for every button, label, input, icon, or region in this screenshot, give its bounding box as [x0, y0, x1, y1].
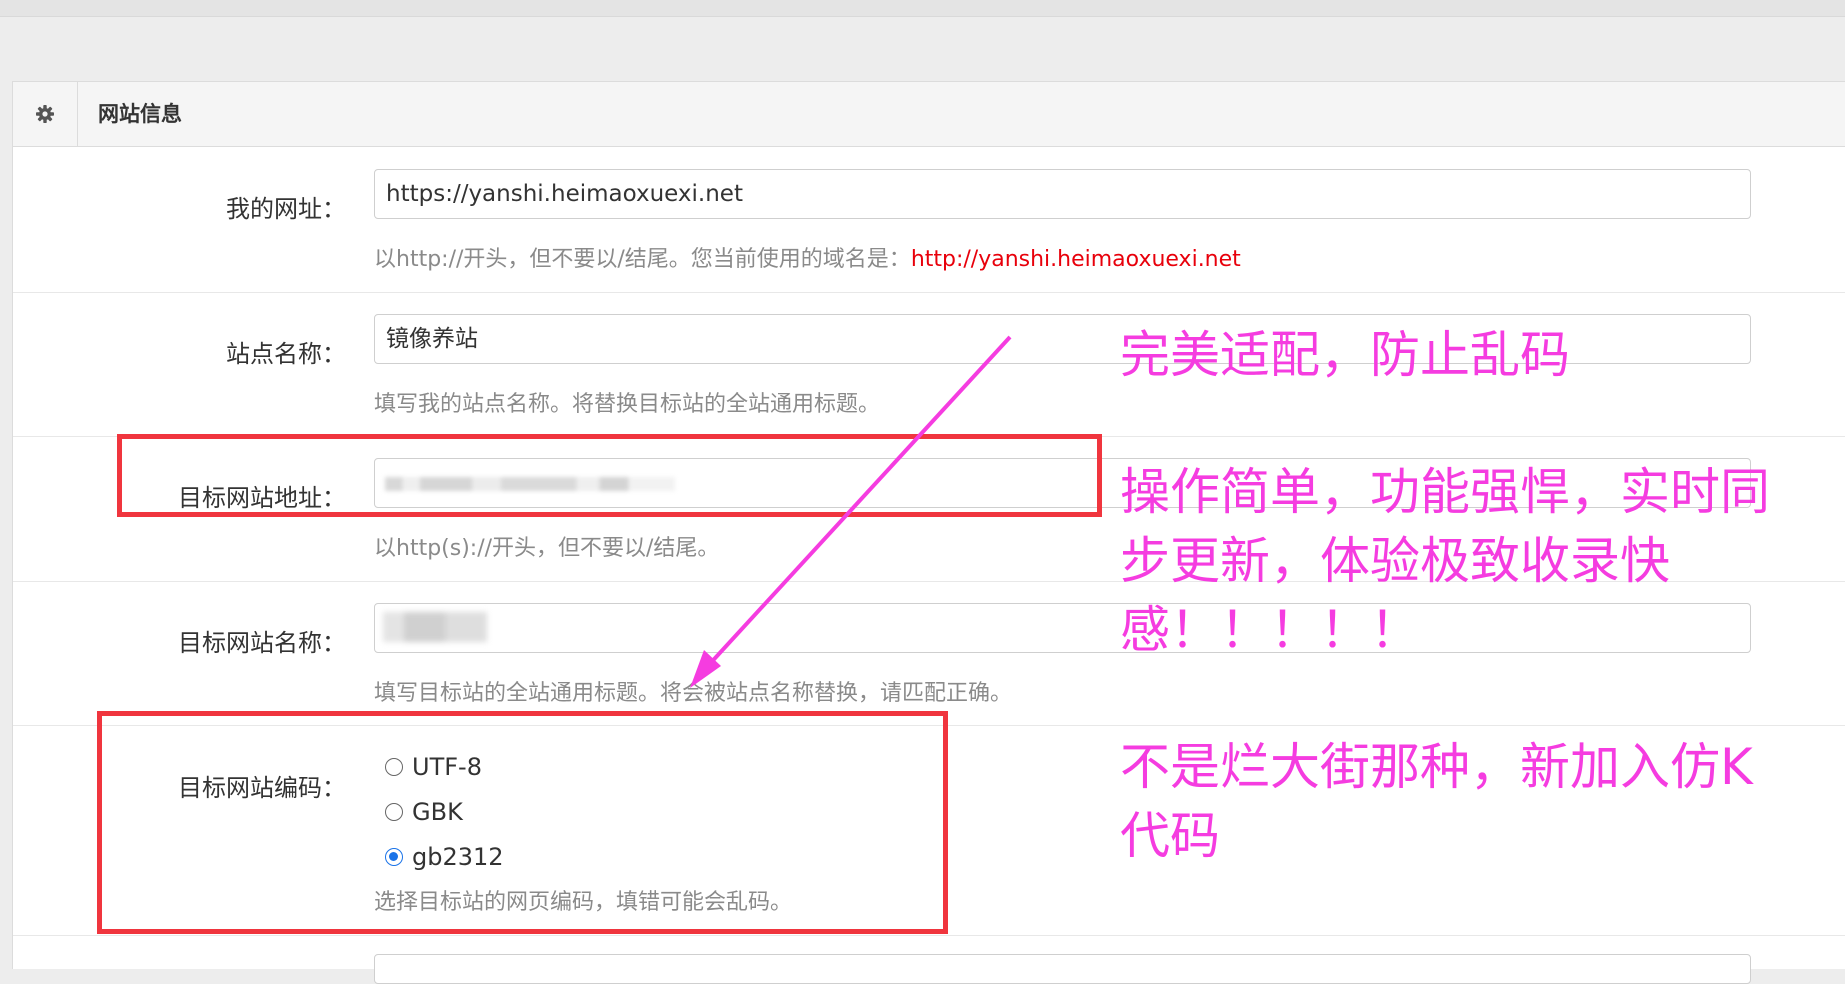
encoding-option-label: GBK — [412, 798, 463, 826]
my-url-help: 以http://开头，但不要以/结尾。您当前使用的域名是：http://yans… — [374, 241, 1241, 273]
form-row-target-name: 目标网站名称： 填写目标站的全站通用标题。将会被站点名称替换，请匹配正确。 — [13, 581, 1845, 726]
top-toolbar-strip — [0, 0, 1845, 17]
encoding-option-utf8[interactable]: UTF-8 — [385, 753, 482, 781]
encoding-option-label: UTF-8 — [412, 753, 482, 781]
encoding-option-gbk[interactable]: GBK — [385, 798, 463, 826]
radio-gb2312[interactable] — [385, 848, 403, 866]
my-url-help-text: 以http://开头，但不要以/结尾。您当前使用的域名是： — [374, 247, 911, 272]
panel-title: 网站信息 — [98, 102, 182, 126]
radio-utf8[interactable] — [385, 758, 403, 776]
annotation-features-2: 步更新，体验极致收录快 — [1120, 532, 1670, 590]
target-encoding-label: 目标网站编码： — [178, 774, 346, 802]
blurred-url-value — [385, 477, 675, 491]
panel-header: 网站信息 — [13, 82, 1845, 147]
current-domain-link[interactable]: http://yanshi.heimaoxuexi.net — [911, 247, 1241, 272]
annotation-features-1: 操作简单，功能强悍，实时同 — [1120, 463, 1770, 521]
radio-gbk[interactable] — [385, 803, 403, 821]
gear-icon-glyph — [36, 105, 54, 123]
annotation-code-2: 代码 — [1120, 807, 1220, 865]
form-row-site-name: 站点名称： 镜像养站 填写我的站点名称。将替换目标站的全站通用标题。 — [13, 292, 1845, 437]
next-field-input[interactable] — [374, 954, 1751, 984]
annotation-code-1: 不是烂大街那种，新加入仿K — [1120, 738, 1753, 796]
target-url-help: 以http(s)://开头，但不要以/结尾。 — [374, 536, 720, 561]
my-url-label: 我的网址： — [226, 195, 346, 223]
site-name-label: 站点名称： — [226, 340, 346, 368]
annotation-encoding: 完美适配，防止乱码 — [1120, 326, 1570, 384]
my-url-input[interactable]: https://yanshi.heimaoxuexi.net — [374, 169, 1751, 219]
encoding-option-label: gb2312 — [412, 843, 504, 871]
target-encoding-help: 选择目标站的网页编码，填错可能会乱码。 — [374, 890, 793, 915]
gear-icon[interactable] — [13, 82, 78, 146]
target-name-label: 目标网站名称： — [178, 629, 346, 657]
form-row-my-url: 我的网址： https://yanshi.heimaoxuexi.net 以ht… — [13, 147, 1845, 293]
blurred-name-value — [383, 612, 487, 642]
target-url-label: 目标网站地址： — [178, 484, 346, 512]
site-name-help: 填写我的站点名称。将替换目标站的全站通用标题。 — [374, 392, 881, 417]
target-name-help: 填写目标站的全站通用标题。将会被站点名称替换，请匹配正确。 — [374, 681, 1013, 706]
annotation-features-3: 感！！！！！ — [1120, 601, 1420, 659]
encoding-option-gb2312[interactable]: gb2312 — [385, 843, 504, 871]
target-name-input[interactable] — [374, 603, 1751, 653]
